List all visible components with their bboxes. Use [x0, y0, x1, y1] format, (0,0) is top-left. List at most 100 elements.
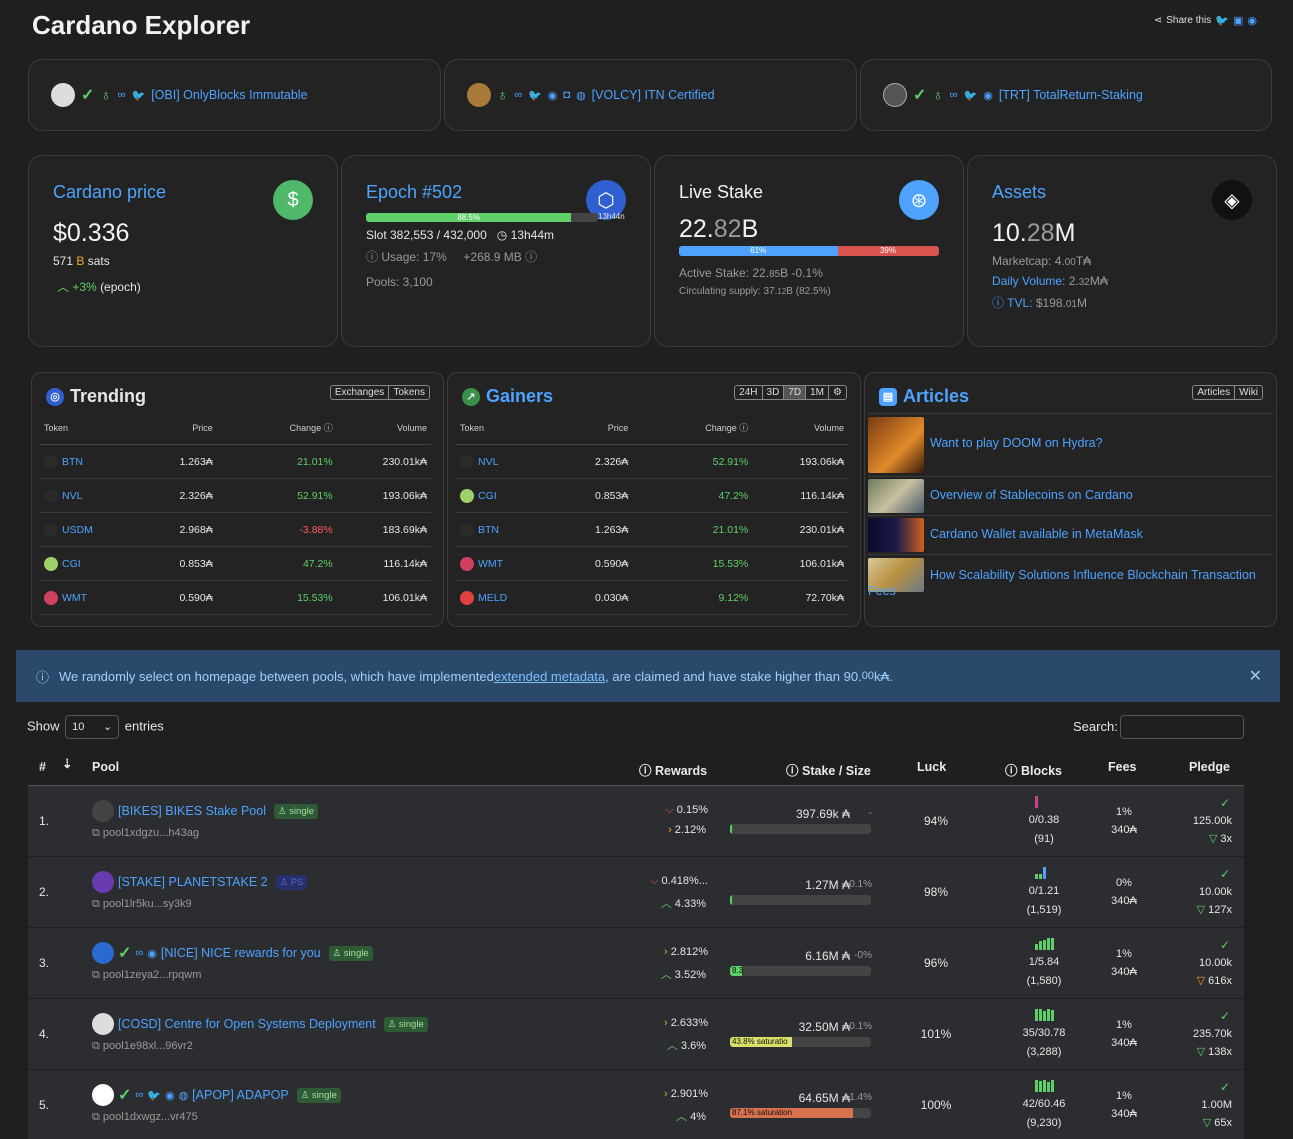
- link-icon[interactable]: ∞: [118, 89, 126, 101]
- copy-icon[interactable]: ⧉: [92, 969, 100, 981]
- tab-7d[interactable]: 7D: [784, 386, 807, 399]
- twitter-icon[interactable]: 🐦: [147, 1089, 161, 1102]
- tab-24h[interactable]: 24H: [735, 386, 763, 399]
- table-row[interactable]: 5. ✓ ∞ 🐦 ◉ ◍ [APOP] ADAPOP ♙ single ⧉ po…: [28, 1070, 1244, 1139]
- featured-pool-card[interactable]: ✓ ♁ ∞ 🐦 ◉ [TRT] TotalReturn-Staking: [860, 59, 1272, 131]
- tab-wiki[interactable]: Wiki: [1235, 386, 1262, 399]
- article-link[interactable]: Want to play DOOM on Hydra?: [930, 436, 1103, 450]
- col-rewards[interactable]: Rewards: [655, 764, 707, 778]
- telegram-icon[interactable]: ◉: [165, 1089, 175, 1102]
- token-link[interactable]: BTN: [62, 455, 83, 467]
- github-icon[interactable]: ◍: [179, 1089, 189, 1102]
- help-icon[interactable]: ⓘ: [992, 296, 1004, 310]
- col-blocks[interactable]: Blocks: [1021, 764, 1062, 778]
- article-item[interactable]: Overview of Stablecoins on Cardano: [868, 479, 1273, 516]
- featured-pool-link[interactable]: [TRT] TotalReturn-Staking: [999, 88, 1143, 102]
- link-icon[interactable]: ∞: [135, 1089, 143, 1101]
- link-icon[interactable]: ∞: [514, 89, 522, 101]
- token-row[interactable]: MELD 0.030₳ 9.12% 72.70k₳: [456, 580, 848, 615]
- twitter-icon[interactable]: 🐦: [1215, 14, 1229, 27]
- token-link[interactable]: NVL: [62, 489, 82, 501]
- token-row[interactable]: NVL 2.326₳ 52.91% 193.06k₳: [40, 478, 431, 513]
- facebook-icon[interactable]: ▣: [1233, 14, 1243, 27]
- pool-name-link[interactable]: [APOP] ADAPOP: [192, 1088, 289, 1102]
- settings-icon[interactable]: ⚙: [829, 386, 846, 399]
- featured-pool-link[interactable]: [VOLCY] ITN Certified: [592, 88, 715, 102]
- telegram-icon[interactable]: ◉: [983, 89, 993, 102]
- article-link[interactable]: Cardano Wallet available in MetaMask: [930, 527, 1143, 541]
- telegram-icon[interactable]: ◉: [548, 89, 558, 102]
- article-item[interactable]: Want to play DOOM on Hydra?: [868, 417, 1273, 477]
- token-row[interactable]: WMT 0.590₳ 15.53% 106.01k₳: [40, 580, 431, 615]
- token-link[interactable]: WMT: [478, 557, 503, 569]
- link-icon[interactable]: ∞: [135, 947, 143, 959]
- help-icon[interactable]: ⓘ: [324, 423, 333, 433]
- close-icon[interactable]: ✕: [1249, 666, 1262, 686]
- extended-metadata-link[interactable]: extended metadata: [494, 669, 605, 684]
- col-luck[interactable]: Luck: [917, 760, 946, 774]
- copy-icon[interactable]: ⧉: [92, 1111, 100, 1123]
- tab-tokens[interactable]: Tokens: [389, 386, 429, 399]
- search-input[interactable]: [1120, 715, 1244, 739]
- tab-3d[interactable]: 3D: [763, 386, 785, 399]
- copy-icon[interactable]: ⧉: [92, 827, 100, 839]
- help-icon[interactable]: ⓘ: [739, 423, 748, 433]
- tab-articles[interactable]: Articles: [1193, 386, 1236, 399]
- help-icon[interactable]: ⓘ: [366, 250, 378, 264]
- table-row[interactable]: 2. [STAKE] PLANETSTAKE 2 ♙ PS ⧉ pool1lr5…: [28, 857, 1244, 928]
- featured-pool-card[interactable]: ✓ ♁ ∞ 🐦 [OBI] OnlyBlocks Immutable: [28, 59, 441, 131]
- sort-icon[interactable]: ⇣: [62, 756, 72, 771]
- token-row[interactable]: CGI 0.853₳ 47.2% 116.14k₳: [40, 546, 431, 581]
- col-pledge[interactable]: Pledge: [1189, 760, 1230, 774]
- article-item[interactable]: Cardano Wallet available in MetaMask: [868, 518, 1273, 555]
- token-row[interactable]: NVL 2.326₳ 52.91% 193.06k₳: [456, 444, 848, 479]
- pool-name-link[interactable]: [STAKE] PLANETSTAKE 2: [118, 875, 268, 889]
- col-stake[interactable]: Stake / Size: [802, 764, 871, 778]
- token-row[interactable]: BTN 1.263₳ 21.01% 230.01k₳: [40, 444, 431, 479]
- help-icon[interactable]: ⓘ: [786, 764, 799, 778]
- entries-select[interactable]: 10 ⌄: [65, 715, 120, 739]
- token-link[interactable]: BTN: [478, 523, 499, 535]
- telegram-icon[interactable]: ◉: [147, 947, 157, 960]
- telegram-icon[interactable]: ◉: [1247, 14, 1257, 27]
- table-row[interactable]: 4. [COSD] Centre for Open Systems Deploy…: [28, 999, 1244, 1070]
- article-link[interactable]: How Scalability Solutions Influence Bloc…: [868, 567, 1268, 599]
- col-rank[interactable]: #: [39, 760, 46, 774]
- help-icon[interactable]: ⓘ: [1005, 764, 1018, 778]
- col-pool[interactable]: Pool: [92, 760, 119, 774]
- article-item[interactable]: How Scalability Solutions Influence Bloc…: [868, 558, 1273, 608]
- token-row[interactable]: USDM 2.968₳ -3.88% 183.69k₳: [40, 512, 431, 547]
- twitter-icon[interactable]: 🐦: [528, 89, 542, 102]
- twitter-icon[interactable]: 🐦: [132, 89, 146, 102]
- token-link[interactable]: MELD: [478, 591, 507, 603]
- token-row[interactable]: WMT 0.590₳ 15.53% 106.01k₳: [456, 546, 848, 581]
- tvl-link[interactable]: TVL:: [1007, 296, 1032, 310]
- featured-pool-link[interactable]: [OBI] OnlyBlocks Immutable: [151, 88, 307, 102]
- twitter-icon[interactable]: 🐦: [964, 89, 978, 102]
- featured-pool-card[interactable]: ♁ ∞ 🐦 ◉ ◘ ◍ [VOLCY] ITN Certified: [444, 59, 857, 131]
- daily-volume-link[interactable]: Daily Volume:: [992, 274, 1065, 288]
- article-link[interactable]: Overview of Stablecoins on Cardano: [930, 488, 1133, 502]
- pool-name-link[interactable]: [NICE] NICE rewards for you: [161, 946, 321, 960]
- token-link[interactable]: WMT: [62, 591, 87, 603]
- tab-1m[interactable]: 1M: [806, 386, 830, 399]
- link-icon[interactable]: ∞: [950, 89, 958, 101]
- github-icon[interactable]: ◍: [576, 89, 586, 102]
- token-link[interactable]: USDM: [62, 523, 93, 535]
- table-row[interactable]: 3. ✓ ∞ ◉ [NICE] NICE rewards for you ♙ s…: [28, 928, 1244, 999]
- help-icon[interactable]: ⓘ: [525, 250, 537, 264]
- pool-name-link[interactable]: [BIKES] BIKES Stake Pool: [118, 804, 266, 818]
- copy-icon[interactable]: ⧉: [92, 898, 100, 910]
- pool-name-link[interactable]: [COSD] Centre for Open Systems Deploymen…: [118, 1017, 376, 1031]
- token-row[interactable]: BTN 1.263₳ 21.01% 230.01k₳: [456, 512, 848, 547]
- table-row[interactable]: 1. [BIKES] BIKES Stake Pool ♙ single ⧉ p…: [28, 786, 1244, 857]
- tab-exchanges[interactable]: Exchanges: [331, 386, 390, 399]
- token-link[interactable]: CGI: [62, 557, 81, 569]
- help-icon[interactable]: ⓘ: [639, 764, 652, 778]
- col-fees[interactable]: Fees: [1108, 760, 1137, 774]
- discord-icon[interactable]: ◘: [563, 89, 570, 101]
- token-row[interactable]: CGI 0.853₳ 47.2% 116.14k₳: [456, 478, 848, 513]
- token-link[interactable]: NVL: [478, 455, 498, 467]
- token-link[interactable]: CGI: [478, 489, 497, 501]
- copy-icon[interactable]: ⧉: [92, 1040, 100, 1052]
